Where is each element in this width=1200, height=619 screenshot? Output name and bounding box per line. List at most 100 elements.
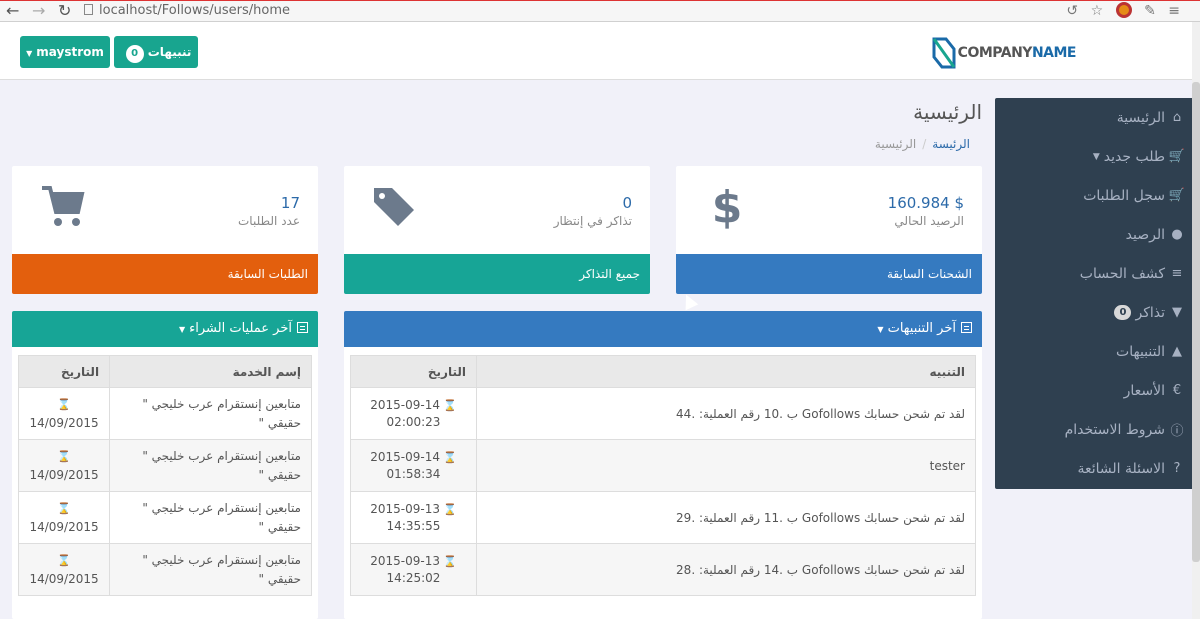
sidebar-item-prices[interactable]: € الأسعار (995, 371, 1195, 410)
sidebar-item-new-order[interactable]: 🛒 طلب جديد ▼ (995, 137, 1195, 176)
sidebar-item-home[interactable]: ⌂ الرئيسية (995, 98, 1195, 137)
notifications-button[interactable]: 0 تنبيهات (114, 36, 198, 68)
previous-charges-link[interactable]: الشحنات السابقة (676, 254, 982, 294)
service-name: متابعين إنستقرام عرب خليجي " حقيقي " (109, 439, 312, 492)
hourglass-icon: ⌛ (443, 554, 457, 568)
top-header: ▼ maystrom 0 تنبيهات COMPANYNAME (0, 22, 1200, 80)
list-icon (961, 322, 972, 333)
table-row: متابعين إنستقرام عرب خليجي " حقيقي " ⌛ 14… (17, 543, 312, 596)
tickets-label: تذاكر في إنتظار (553, 214, 632, 228)
scrollbar-thumb[interactable] (1192, 82, 1200, 562)
table-row: لقد تم شحن حسابك Gofollows ب .11 رقم الع… (350, 491, 976, 544)
caret-down-icon: ▼ (178, 325, 186, 334)
bell-icon: ▲ (1172, 344, 1182, 359)
reload-icon[interactable]: ↻ (58, 2, 71, 20)
euro-icon: € (1172, 383, 1182, 398)
hourglass-icon: ⌛ (57, 397, 71, 411)
notice-date: ⌛2015-09-13 14:35:55 (350, 491, 477, 544)
table-row: متابعين إنستقرام عرب خليجي " حقيقي " ⌛ 14… (17, 387, 312, 440)
address-bar[interactable]: localhost/Follows/users/home (84, 2, 1144, 20)
list-icon (297, 322, 308, 333)
orders-card: 17 عدد الطلبات الطلبات السابقة (12, 166, 318, 294)
tickets-card: 0 تذاكر في إنتظار جميع التذاكر (344, 166, 650, 294)
service-column-header: إسم الخدمة (109, 355, 312, 388)
page-title: الرئيسية (913, 100, 982, 124)
browser-icons: ↺ ☆ ✎ ≡ (1058, 2, 1180, 19)
notice-text: لقد تم شحن حسابك Gofollows ب .11 رقم الع… (476, 491, 976, 544)
all-tickets-link[interactable]: جميع التذاكر (344, 254, 650, 294)
notice-text: tester (476, 439, 976, 492)
table-header-row: التنبيه التاريخ (350, 355, 976, 388)
balance-label: الرصيد الحالي (894, 214, 964, 228)
table-row: لقد تم شحن حسابك Gofollows ب .14 رقم الع… (350, 543, 976, 596)
order-date: ⌛ 14/09/2015 (17, 439, 111, 492)
notice-date: ⌛2015-09-14 02:00:23 (350, 387, 477, 440)
hourglass-icon: ⌛ (443, 398, 457, 412)
tickets-value: 0 (622, 194, 632, 212)
order-date: ⌛ 14/09/2015 (17, 491, 111, 544)
table-row: متابعين إنستقرام عرب خليجي " حقيقي " ⌛ 14… (17, 439, 312, 492)
svg-text:$: $ (712, 182, 743, 230)
logo-text: COMPANYNAME (957, 45, 1077, 61)
question-icon: ? (1173, 461, 1181, 476)
notifications-label: تنبيهات (147, 45, 192, 59)
piggy-bank-icon: ● (1171, 227, 1183, 242)
user-menu-button[interactable]: ▼ maystrom (20, 36, 110, 68)
sidebar-item-statement[interactable]: ≡ كشف الحساب (995, 254, 1195, 293)
user-name: maystrom (36, 45, 104, 59)
service-name: متابعين إنستقرام عرب خليجي " حقيقي " (109, 387, 312, 440)
notifications-count-badge: 0 (125, 45, 144, 63)
cart-icon: 🛒 (1168, 188, 1185, 203)
logo-mark-icon (932, 37, 956, 69)
breadcrumb-home-link[interactable]: الرئيسة (932, 137, 970, 151)
sidebar-item-tickets[interactable]: ▼ تذاكر 0 (995, 293, 1195, 332)
menu-icon[interactable]: ≡ (1168, 3, 1180, 19)
order-date: ⌛ 14/09/2015 (17, 387, 111, 440)
sidebar-item-balance[interactable]: ● الرصيد (995, 215, 1195, 254)
breadcrumb: الرئيسة / الرئيسية (875, 137, 970, 151)
back-arrow-icon[interactable]: ← (6, 2, 19, 20)
sidebar-item-orders-history[interactable]: 🛒 سجل الطلبات (995, 176, 1195, 215)
eyedropper-icon[interactable]: ✎ (1144, 3, 1156, 19)
page-scrollbar[interactable] (1192, 22, 1200, 619)
page-icon (84, 4, 93, 15)
date-column-header: التاريخ (17, 355, 111, 388)
notice-date: ⌛2015-09-13 14:25:02 (350, 543, 477, 596)
caret-down-icon: ▼ (26, 49, 33, 58)
table-header-row: إسم الخدمة التاريخ (17, 355, 312, 388)
balance-card: $ $ 160.984 الرصيد الحالي الشحنات السابق… (676, 166, 982, 294)
sidebar-item-terms[interactable]: ⓘ شروط الاستخدام (995, 410, 1195, 449)
hourglass-icon: ⌛ (57, 553, 71, 567)
hourglass-icon: ⌛ (57, 501, 71, 515)
tags-icon (374, 188, 414, 226)
url-text: localhost/Follows/users/home (99, 3, 291, 18)
star-icon[interactable]: ☆ (1091, 3, 1104, 19)
forward-arrow-icon[interactable]: → (32, 2, 45, 20)
cart-icon (42, 186, 85, 226)
previous-orders-link[interactable]: الطلبات السابقة (12, 254, 318, 294)
sidebar: ⌂ الرئيسية 🛒 طلب جديد ▼ 🛒 سجل الطلبات ● الرصي… (995, 98, 1195, 489)
sidebar-item-faq[interactable]: ? الاسئلة الشائعة (995, 449, 1195, 488)
breadcrumb-separator: / (922, 137, 927, 151)
home-icon: ⌂ (1172, 110, 1182, 125)
sidebar-item-notifications[interactable]: ▲ التنبيهات (995, 332, 1195, 371)
orders-label: عدد الطلبات (238, 214, 300, 228)
date-column-header: التاريخ (350, 355, 477, 388)
dollar-icon: $ (712, 182, 743, 230)
mouse-cursor-icon (679, 291, 699, 311)
notifications-panel-header[interactable]: آخر التنبيهات▼ (344, 311, 982, 347)
browser-toolbar: ← → ↻ localhost/Follows/users/home ↺ ☆ ✎… (0, 0, 1200, 22)
caret-down-icon: ▼ (877, 325, 884, 334)
table-row: لقد تم شحن حسابك Gofollows ب .10 رقم الع… (350, 387, 976, 440)
purchases-panel-header[interactable]: آخر عمليات الشراء▼ (12, 311, 318, 347)
history-icon[interactable]: ↺ (1066, 3, 1078, 19)
extension-icon[interactable] (1115, 2, 1132, 18)
purchases-table: إسم الخدمة التاريخ متابعين إنستقرام عرب … (17, 355, 312, 596)
notice-date: ⌛2015-09-14 01:58:34 (350, 439, 477, 492)
notice-text: لقد تم شحن حسابك Gofollows ب .10 رقم الع… (476, 387, 976, 440)
table-row: tester ⌛2015-09-14 01:58:34 (350, 439, 976, 492)
company-logo: COMPANYNAME (932, 36, 1077, 70)
service-name: متابعين إنستقرام عرب خليجي " حقيقي " (109, 491, 312, 544)
breadcrumb-current: الرئيسية (874, 137, 917, 151)
hourglass-icon: ⌛ (443, 450, 457, 464)
